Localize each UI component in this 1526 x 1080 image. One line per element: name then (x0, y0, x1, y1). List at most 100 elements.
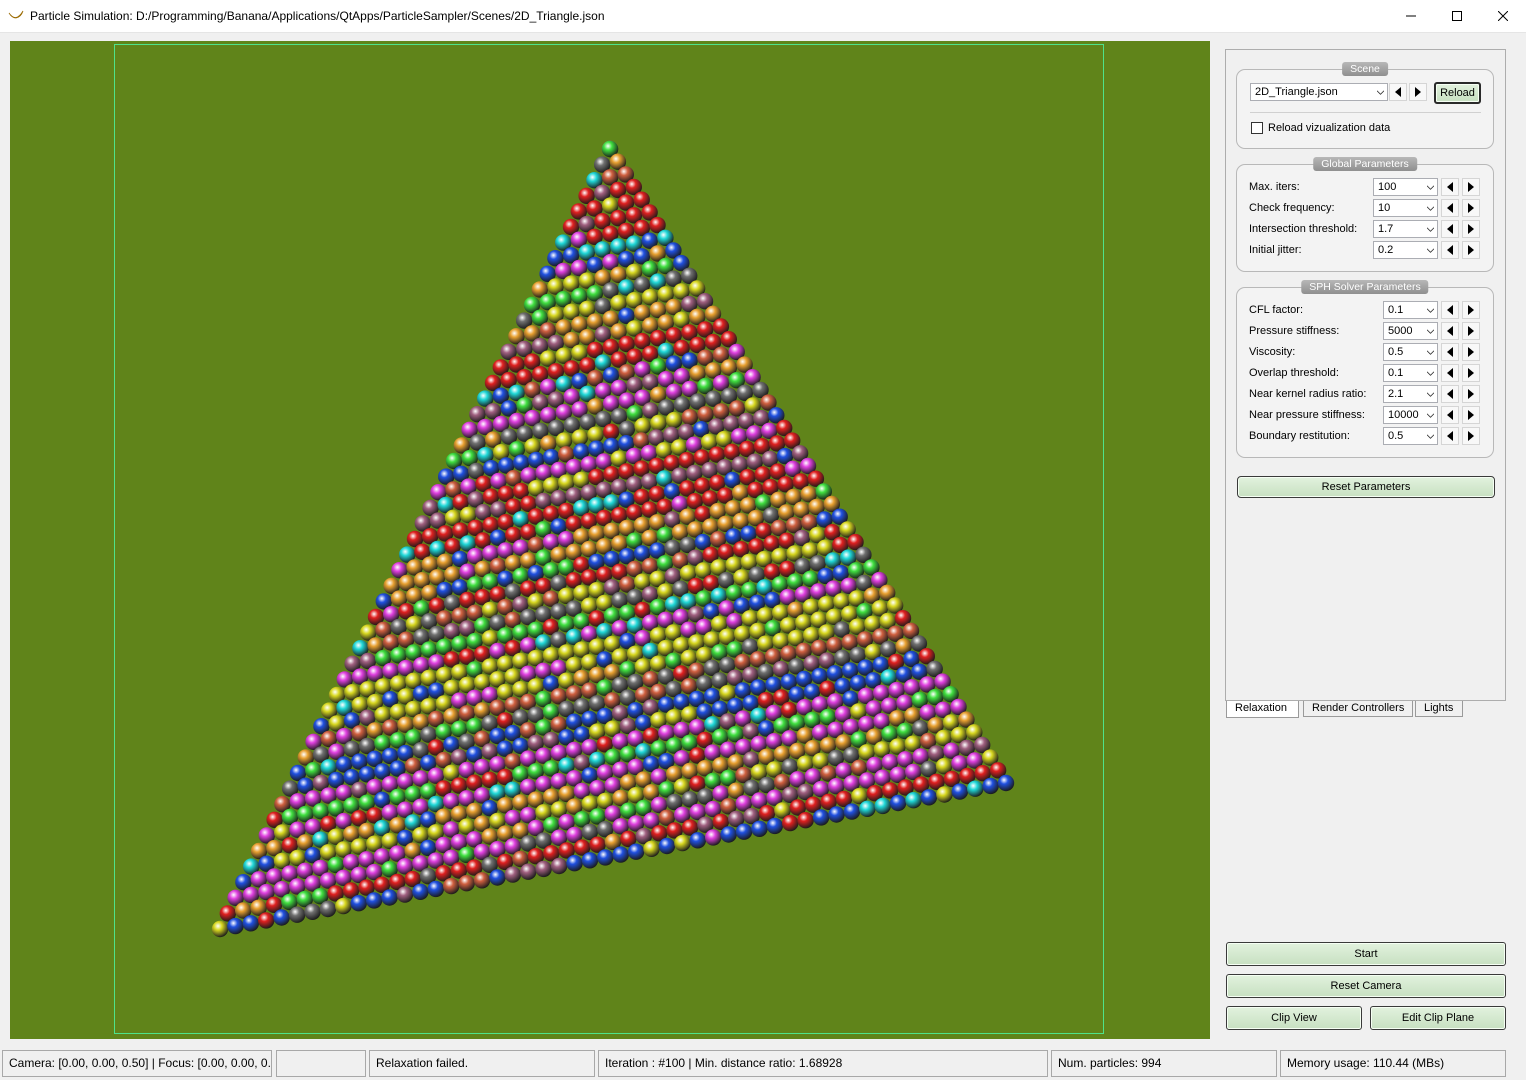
param-increment-button[interactable] (1462, 199, 1480, 217)
status-iteration: Iteration : #100 | Min. distance ratio: … (598, 1050, 1048, 1077)
status-camera: Camera: [0.00, 0.00, 0.50] | Focus: [0.0… (2, 1050, 272, 1077)
param-value: 1.7 (1378, 223, 1394, 235)
edit-clip-plane-button[interactable]: Edit Clip Plane (1370, 1006, 1506, 1030)
param-row: Initial jitter: 0.2 (1249, 241, 1489, 259)
param-value-combo[interactable]: 0.5 (1383, 427, 1438, 445)
param-value: 0.5 (1388, 430, 1404, 442)
param-decrement-button[interactable] (1441, 199, 1459, 217)
chevron-down-icon (1427, 206, 1434, 211)
arrow-right-icon (1468, 326, 1474, 336)
chevron-down-icon (1427, 392, 1434, 397)
param-increment-button[interactable] (1462, 427, 1480, 445)
scene-prev-button[interactable] (1389, 83, 1407, 101)
render-viewport[interactable] (10, 41, 1210, 1039)
scene-file-value: 2D_Triangle.json (1255, 86, 1338, 98)
param-value-combo[interactable]: 5000 (1383, 322, 1438, 340)
arrow-left-icon (1447, 203, 1453, 213)
chevron-down-icon (1427, 434, 1434, 439)
param-increment-button[interactable] (1462, 406, 1480, 424)
chevron-down-icon (1427, 227, 1434, 232)
reload-button[interactable]: Reload (1434, 82, 1481, 104)
param-value: 10 (1378, 202, 1391, 214)
param-decrement-button[interactable] (1441, 427, 1459, 445)
param-value: 0.1 (1388, 304, 1404, 316)
param-value-combo[interactable]: 0.5 (1383, 343, 1438, 361)
global-parameters-title: Global Parameters (1313, 157, 1417, 171)
param-decrement-button[interactable] (1441, 178, 1459, 196)
param-value-combo[interactable]: 10000 (1383, 406, 1438, 424)
param-decrement-button[interactable] (1441, 301, 1459, 319)
tab-render-controllers[interactable]: Render Controllers (1303, 701, 1413, 717)
arrow-right-icon (1468, 368, 1474, 378)
arrow-left-icon (1447, 410, 1453, 420)
param-increment-button[interactable] (1462, 364, 1480, 382)
param-label: CFL factor: (1249, 304, 1303, 316)
arrow-left-icon (1447, 368, 1453, 378)
param-increment-button[interactable] (1462, 343, 1480, 361)
clip-view-button[interactable]: Clip View (1226, 1006, 1362, 1030)
param-row: Check frequency: 10 (1249, 199, 1489, 217)
param-label: Check frequency: (1249, 202, 1335, 214)
start-button[interactable]: Start (1226, 942, 1506, 966)
reload-viz-checkbox[interactable] (1251, 122, 1263, 134)
param-decrement-button[interactable] (1441, 364, 1459, 382)
chevron-down-icon (1427, 329, 1434, 334)
sph-parameters-title: SPH Solver Parameters (1301, 280, 1429, 294)
param-increment-button[interactable] (1462, 178, 1480, 196)
param-label: Overlap threshold: (1249, 367, 1339, 379)
scene-next-button[interactable] (1409, 83, 1427, 101)
param-value-combo[interactable]: 100 (1373, 178, 1438, 196)
arrow-right-icon (1415, 87, 1421, 97)
arrow-left-icon (1447, 245, 1453, 255)
param-row: Near kernel radius ratio: 2.1 (1249, 385, 1489, 403)
param-label: Pressure stiffness: (1249, 325, 1340, 337)
param-value-combo[interactable]: 2.1 (1383, 385, 1438, 403)
arrow-right-icon (1468, 431, 1474, 441)
param-label: Near kernel radius ratio: (1249, 388, 1367, 400)
arrow-right-icon (1468, 224, 1474, 234)
param-value: 0.5 (1388, 346, 1404, 358)
param-decrement-button[interactable] (1441, 406, 1459, 424)
minimize-button[interactable] (1388, 0, 1434, 31)
param-value: 0.2 (1378, 244, 1394, 256)
banana-app-icon (8, 10, 24, 19)
param-decrement-button[interactable] (1441, 322, 1459, 340)
param-decrement-button[interactable] (1441, 220, 1459, 238)
param-value-combo[interactable]: 10 (1373, 199, 1438, 217)
param-value-combo[interactable]: 0.2 (1373, 241, 1438, 259)
scene-file-combo[interactable]: 2D_Triangle.json (1250, 83, 1388, 101)
title-bar: Particle Simulation: D:/Programming/Bana… (0, 0, 1526, 33)
param-increment-button[interactable] (1462, 385, 1480, 403)
param-row: CFL factor: 0.1 (1249, 301, 1489, 319)
param-increment-button[interactable] (1462, 220, 1480, 238)
close-icon (1498, 10, 1508, 21)
maximize-button[interactable] (1434, 0, 1480, 31)
param-decrement-button[interactable] (1441, 385, 1459, 403)
chevron-down-icon (1427, 371, 1434, 376)
close-button[interactable] (1480, 0, 1526, 31)
maximize-icon (1452, 10, 1462, 21)
reset-camera-button[interactable]: Reset Camera (1226, 974, 1506, 998)
param-decrement-button[interactable] (1441, 343, 1459, 361)
param-increment-button[interactable] (1462, 322, 1480, 340)
scene-group: Scene 2D_Triangle.json Reload Reload viz… (1236, 62, 1494, 149)
tab-relaxation[interactable]: Relaxation (1226, 701, 1299, 718)
param-value-combo[interactable]: 1.7 (1373, 220, 1438, 238)
chevron-down-icon (1377, 90, 1384, 95)
reset-parameters-button[interactable]: Reset Parameters (1237, 476, 1495, 498)
tab-lights[interactable]: Lights (1415, 701, 1463, 717)
param-increment-button[interactable] (1462, 241, 1480, 259)
param-row: Intersection threshold: 1.7 (1249, 220, 1489, 238)
arrow-left-icon (1447, 347, 1453, 357)
param-value-combo[interactable]: 0.1 (1383, 364, 1438, 382)
param-row: Overlap threshold: 0.1 (1249, 364, 1489, 382)
scene-group-title: Scene (1342, 62, 1388, 76)
param-decrement-button[interactable] (1441, 241, 1459, 259)
arrow-right-icon (1468, 410, 1474, 420)
chevron-down-icon (1427, 185, 1434, 190)
chevron-down-icon (1427, 308, 1434, 313)
param-value-combo[interactable]: 0.1 (1383, 301, 1438, 319)
param-label: Viscosity: (1249, 346, 1296, 358)
arrow-left-icon (1447, 326, 1453, 336)
param-increment-button[interactable] (1462, 301, 1480, 319)
